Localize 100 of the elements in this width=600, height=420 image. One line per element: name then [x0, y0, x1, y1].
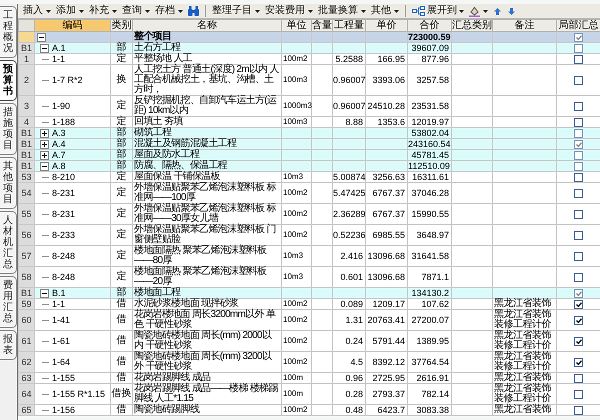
side-tab[interactable]: 其他项目 — [0, 157, 17, 209]
side-tab[interactable]: 报表 — [0, 330, 17, 360]
table-cell: 水泥砂浆楼地面 现拌砂浆 — [132, 298, 282, 310]
checkbox[interactable] — [574, 230, 583, 240]
checkbox[interactable] — [574, 162, 583, 170]
table-cell: 782.14 — [408, 384, 452, 404]
row-number: 57 — [18, 246, 34, 266]
menu-button[interactable]: 其他 — [370, 5, 400, 17]
move-up-button[interactable] — [492, 8, 503, 14]
table-cell — [312, 310, 332, 330]
checkbox[interactable] — [574, 32, 583, 42]
checkbox[interactable] — [574, 390, 583, 398]
row-number: 63 — [18, 372, 34, 384]
checkbox[interactable] — [574, 140, 583, 148]
column-header[interactable]: 工程量 — [332, 20, 366, 32]
expand-icon[interactable] — [40, 150, 49, 160]
table-cell: 27200.07 — [408, 310, 452, 330]
checkbox[interactable] — [574, 406, 583, 414]
menu-button[interactable]: 存档 — [154, 5, 184, 17]
expand-icon[interactable] — [40, 128, 49, 138]
check-icon — [576, 142, 582, 146]
collapse-icon[interactable] — [40, 162, 49, 170]
column-header[interactable]: 单价 — [366, 20, 408, 32]
code-text: 1-156 — [52, 405, 76, 415]
column-header[interactable]: 名称 — [132, 20, 282, 32]
side-tab[interactable]: 工程概况 — [0, 6, 17, 58]
code-text: A.3 — [52, 128, 66, 138]
checkbox[interactable] — [574, 188, 583, 198]
side-tab[interactable]: 措施项目 — [0, 103, 17, 155]
table-cell — [452, 246, 492, 266]
table-cell: 黑龙江省装饰 — [492, 404, 556, 416]
checkbox[interactable] — [574, 252, 583, 260]
collapse-icon[interactable] — [40, 44, 49, 52]
menu-button[interactable]: 插入 — [22, 5, 52, 17]
caret-icon — [483, 10, 488, 12]
table-cell: 黑龙江省装饰 — [492, 298, 556, 310]
table-cell: 外墙保温贴聚苯乙烯泡沫塑料板 标准网——30厚女儿墙 — [132, 204, 282, 224]
column-header[interactable]: 备注 — [492, 20, 556, 32]
column-header[interactable]: 局部汇总 — [556, 20, 600, 32]
table-cell: 屋面及防水工程 — [132, 150, 282, 160]
menu-button[interactable]: 补充 — [88, 5, 118, 17]
row-number: 59 — [18, 298, 34, 310]
table-cell — [452, 64, 492, 96]
checkbox[interactable] — [574, 128, 583, 138]
table-cell — [452, 96, 492, 116]
code-text: A.1 — [52, 43, 66, 53]
code-text: 8-210 — [52, 172, 76, 182]
checkbox[interactable] — [574, 76, 583, 84]
menu-button[interactable]: 批量换算 — [317, 5, 367, 17]
table-cell: 定 — [110, 266, 132, 288]
expand-icon[interactable] — [40, 140, 49, 148]
table-cell: 2793.37 — [366, 384, 408, 404]
checkbox[interactable] — [574, 316, 583, 324]
table-cell: 防腐、隔热、保温工程 — [132, 160, 282, 172]
checkbox[interactable] — [574, 150, 583, 160]
collapse-icon[interactable] — [37, 32, 46, 42]
checkbox[interactable] — [574, 172, 583, 182]
table-cell: 20763.41 — [366, 310, 408, 330]
table-cell — [312, 96, 332, 116]
checkbox[interactable] — [574, 336, 583, 346]
menu-button[interactable]: 整理子目 — [211, 5, 261, 17]
caret-icon — [79, 10, 84, 12]
fill-color-button[interactable] — [468, 6, 489, 16]
table-cell: 楼地面隔热 聚苯乙烯泡沫塑料板——80厚 — [132, 246, 282, 266]
code-text: 1-1 — [52, 299, 66, 309]
side-tab[interactable]: 人材机汇总 — [0, 211, 17, 274]
table-cell: 0.24 — [332, 330, 366, 352]
row-number: 53 — [18, 172, 34, 182]
checkbox[interactable] — [574, 374, 583, 382]
table-cell: 定 — [110, 54, 132, 64]
menu-button[interactable]: 查询 — [121, 5, 151, 17]
expand-to-button[interactable]: 展开到 — [411, 5, 465, 17]
menu-button[interactable]: 安装费用 — [264, 5, 314, 17]
collapse-icon[interactable] — [40, 288, 49, 298]
checkbox[interactable] — [574, 44, 583, 52]
column-header[interactable]: 合价 — [408, 20, 452, 32]
row-number: 55 — [18, 204, 34, 224]
table-cell: 0.601 — [332, 266, 366, 288]
move-down-button[interactable] — [506, 8, 517, 14]
checkbox[interactable] — [574, 288, 583, 298]
column-header[interactable]: 单位 — [282, 20, 312, 32]
table-cell: 借换 — [110, 384, 132, 404]
column-header[interactable]: 汇总类别 — [452, 20, 492, 32]
table-cell — [452, 204, 492, 224]
checkbox[interactable] — [574, 358, 583, 366]
checkbox[interactable] — [574, 102, 583, 110]
search-button[interactable] — [187, 6, 200, 16]
checkbox[interactable] — [574, 210, 583, 218]
checkbox[interactable] — [574, 54, 583, 64]
side-tab[interactable]: 费用汇总 — [0, 276, 17, 328]
column-header[interactable]: 类别 — [110, 20, 132, 32]
checkbox[interactable] — [574, 118, 583, 126]
menu-button[interactable]: 添加 — [55, 5, 85, 17]
table-cell: 部 — [110, 42, 132, 54]
table-cell: 借 — [110, 330, 132, 352]
checkbox[interactable] — [574, 272, 583, 282]
column-header[interactable]: 含量 — [312, 20, 332, 32]
column-header[interactable]: 编码 — [34, 20, 110, 32]
checkbox[interactable] — [574, 300, 583, 308]
side-tab[interactable]: 预算书 — [0, 60, 17, 101]
